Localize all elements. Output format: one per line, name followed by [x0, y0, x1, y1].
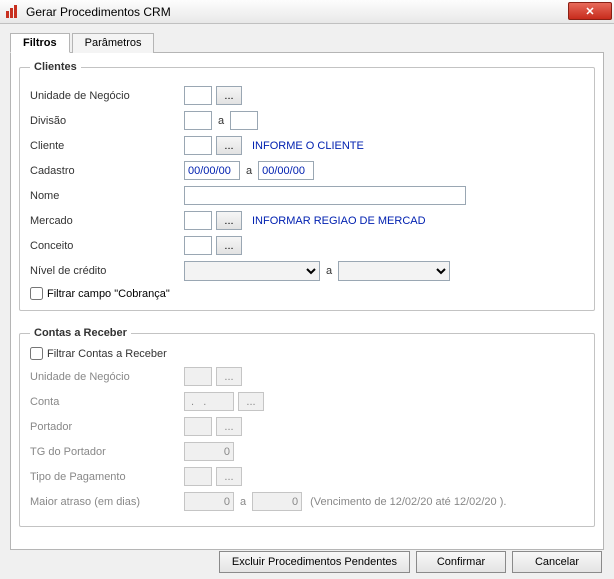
input-cr-tipo — [184, 467, 212, 486]
input-divisao-de[interactable] — [184, 111, 212, 130]
input-cr-atraso-ate — [252, 492, 302, 511]
label-cliente: Cliente — [30, 140, 184, 152]
input-divisao-ate[interactable] — [230, 111, 258, 130]
browse-cliente[interactable]: ... — [216, 136, 242, 155]
tab-parametros[interactable]: Parâmetros — [72, 33, 155, 53]
label-unidade-negocio: Unidade de Negócio — [30, 90, 184, 102]
label-divisao-sep: a — [218, 115, 224, 127]
browse-conceito[interactable]: ... — [216, 236, 242, 255]
tab-strip: Filtros Parâmetros — [0, 24, 614, 52]
browse-cr-unidade: ... — [216, 367, 242, 386]
input-cadastro-ate[interactable] — [258, 161, 314, 180]
label-filtrar-cobranca: Filtrar campo "Cobrança" — [47, 288, 170, 300]
label-conceito: Conceito — [30, 240, 184, 252]
label-cr-portador: Portador — [30, 421, 184, 433]
group-clientes: Clientes Unidade de Negócio ... Divisão … — [19, 61, 595, 311]
button-cancelar[interactable]: Cancelar — [512, 551, 602, 573]
input-mercado[interactable] — [184, 211, 212, 230]
browse-cr-tipo: ... — [216, 467, 242, 486]
browse-unidade-negocio[interactable]: ... — [216, 86, 242, 105]
label-cr-tg: TG do Portador — [30, 446, 184, 458]
label-mercado: Mercado — [30, 215, 184, 227]
titlebar: Gerar Procedimentos CRM ✕ — [0, 0, 614, 24]
label-nome: Nome — [30, 190, 184, 202]
label-cadastro: Cadastro — [30, 165, 184, 177]
input-nome[interactable] — [184, 186, 466, 205]
app-icon — [4, 4, 20, 20]
browse-cr-conta: ... — [238, 392, 264, 411]
label-filtrar-contas: Filtrar Contas a Receber — [47, 348, 167, 360]
label-nivel-credito: Nível de crédito — [30, 265, 184, 277]
input-unidade-negocio[interactable] — [184, 86, 212, 105]
label-cr-tipo: Tipo de Pagamento — [30, 471, 184, 483]
browse-mercado[interactable]: ... — [216, 211, 242, 230]
label-cr-atraso: Maior atraso (em dias) — [30, 496, 184, 508]
close-icon: ✕ — [585, 5, 594, 18]
label-atraso-sep: a — [240, 496, 246, 508]
select-nivel-ate[interactable] — [338, 261, 450, 281]
input-cr-conta — [184, 392, 234, 411]
text-vencimento: (Vencimento de 12/02/20 até 12/02/20 ). — [310, 496, 506, 508]
input-conceito[interactable] — [184, 236, 212, 255]
group-contas-receber: Contas a Receber Filtrar Contas a Recebe… — [19, 327, 595, 527]
group-contas-legend: Contas a Receber — [30, 327, 131, 339]
label-cadastro-sep: a — [246, 165, 252, 177]
browse-cr-portador: ... — [216, 417, 242, 436]
input-cr-atraso-de — [184, 492, 234, 511]
checkbox-filtrar-cobranca[interactable] — [30, 287, 43, 300]
button-excluir-pendentes[interactable]: Excluir Procedimentos Pendentes — [219, 551, 410, 573]
group-clientes-legend: Clientes — [30, 61, 81, 73]
footer-buttons: Excluir Procedimentos Pendentes Confirma… — [0, 551, 614, 573]
label-nivel-sep: a — [326, 265, 332, 277]
window-title: Gerar Procedimentos CRM — [26, 5, 171, 19]
input-cr-unidade — [184, 367, 212, 386]
input-cadastro-de[interactable] — [184, 161, 240, 180]
input-cr-portador — [184, 417, 212, 436]
info-mercado: INFORMAR REGIAO DE MERCAD — [252, 215, 426, 227]
checkbox-filtrar-contas[interactable] — [30, 347, 43, 360]
tab-page-filtros: Clientes Unidade de Negócio ... Divisão … — [10, 52, 604, 550]
close-button[interactable]: ✕ — [568, 2, 612, 20]
label-cr-conta: Conta — [30, 396, 184, 408]
tab-filtros[interactable]: Filtros — [10, 33, 70, 53]
input-cliente[interactable] — [184, 136, 212, 155]
input-cr-tg — [184, 442, 234, 461]
label-cr-unidade: Unidade de Negócio — [30, 371, 184, 383]
button-confirmar[interactable]: Confirmar — [416, 551, 506, 573]
select-nivel-de[interactable] — [184, 261, 320, 281]
label-divisao: Divisão — [30, 115, 184, 127]
info-cliente: INFORME O CLIENTE — [252, 140, 364, 152]
